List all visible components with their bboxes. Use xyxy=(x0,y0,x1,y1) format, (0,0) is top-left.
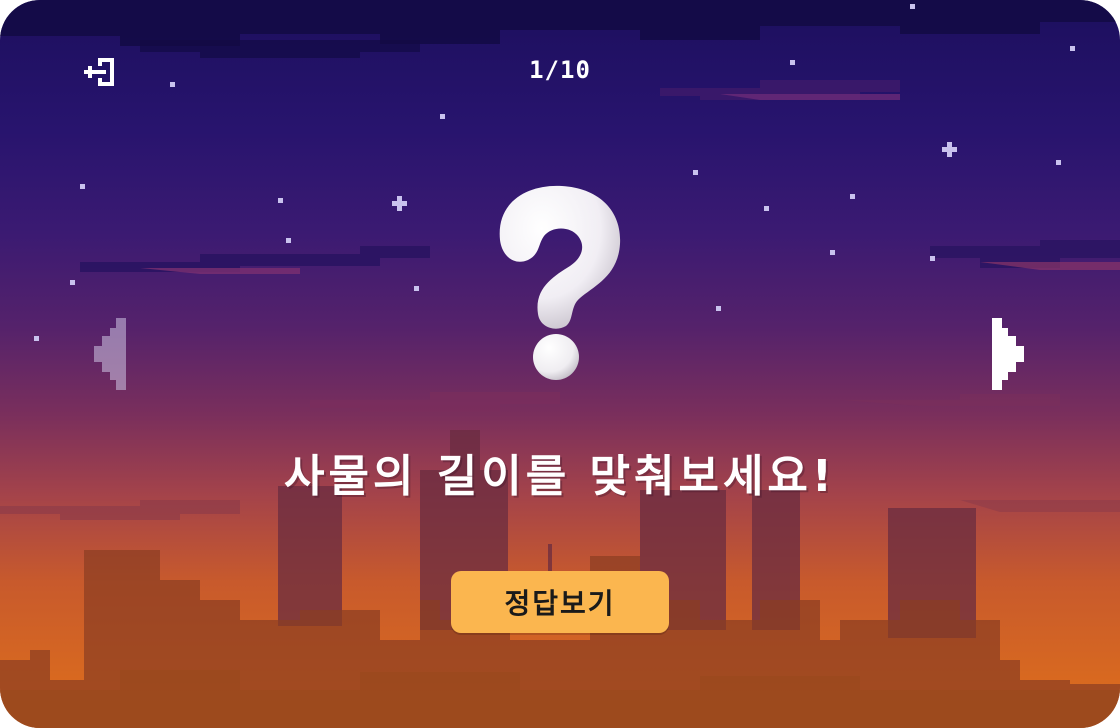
top-clouds xyxy=(0,0,1120,100)
game-screen: 1/10 사물의 길이를 맞춰보세요! 정답보기 xyxy=(0,0,1120,728)
question-prompt: 사물의 길이를 맞춰보세요! xyxy=(284,451,836,502)
exit-door-icon xyxy=(84,58,114,86)
show-answer-button[interactable]: 정답보기 xyxy=(451,571,669,633)
question-mark-icon xyxy=(470,180,650,390)
exit-button[interactable] xyxy=(80,54,120,90)
previous-button[interactable] xyxy=(86,318,130,390)
question-progress: 1/10 xyxy=(529,56,591,84)
right-arrow-icon xyxy=(992,318,1024,390)
left-arrow-icon xyxy=(94,318,126,390)
next-button[interactable] xyxy=(990,318,1034,390)
